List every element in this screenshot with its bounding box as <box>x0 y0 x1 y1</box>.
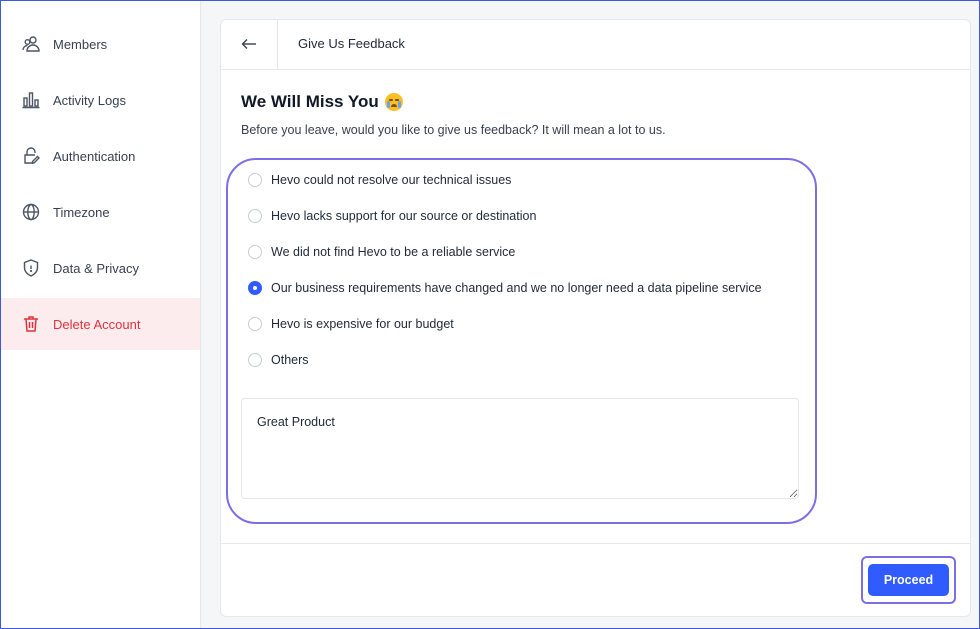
sidebar-item-timezone[interactable]: Timezone <box>1 186 200 238</box>
sidebar-item-members[interactable]: Members <box>1 18 200 70</box>
arrow-left-icon <box>241 38 257 53</box>
sidebar-item-label: Members <box>53 36 108 52</box>
lock-edit-icon <box>21 146 41 166</box>
sidebar-item-authentication[interactable]: Authentication <box>1 130 200 182</box>
feedback-heading: We Will Miss You <box>241 92 403 112</box>
crying-face-icon <box>384 93 403 111</box>
trash-icon <box>21 314 41 334</box>
feedback-subtitle: Before you leave, would you like to give… <box>241 123 666 137</box>
bar-chart-icon <box>21 90 41 110</box>
card-header: Give Us Feedback <box>221 20 970 70</box>
reason-option[interactable]: Hevo could not resolve our technical iss… <box>248 170 511 190</box>
reason-option[interactable]: Our business requirements have changed a… <box>248 278 762 298</box>
radio-button[interactable] <box>248 173 262 187</box>
radio-button[interactable] <box>248 353 262 367</box>
option-label: Others <box>271 353 309 367</box>
sidebar-item-label: Delete Account <box>53 316 141 332</box>
reason-option[interactable]: We did not find Hevo to be a reliable se… <box>248 242 515 262</box>
sidebar-item-data-privacy[interactable]: Data & Privacy <box>1 242 200 294</box>
sidebar-item-label: Data & Privacy <box>53 260 139 276</box>
footer-divider <box>221 543 970 544</box>
option-label: Hevo is expensive for our budget <box>271 317 454 331</box>
option-label: Our business requirements have changed a… <box>271 281 762 295</box>
reason-option[interactable]: Hevo is expensive for our budget <box>248 314 454 334</box>
sidebar-item-delete-account[interactable]: Delete Account <box>1 298 200 350</box>
sidebar-item-activity-logs[interactable]: Activity Logs <box>1 74 200 126</box>
sidebar-item-label: Activity Logs <box>53 92 126 108</box>
reason-option[interactable]: Others <box>248 350 309 370</box>
radio-button-selected[interactable] <box>248 281 262 295</box>
main-area: Give Us Feedback We Will Miss You Before… <box>202 1 979 628</box>
heading-text: We Will Miss You <box>241 92 379 111</box>
radio-button[interactable] <box>248 245 262 259</box>
globe-icon <box>21 202 41 222</box>
radio-button[interactable] <box>248 209 262 223</box>
option-label: Hevo could not resolve our technical iss… <box>271 173 512 187</box>
feedback-card: Give Us Feedback We Will Miss You Before… <box>220 19 971 617</box>
option-label: We did not find Hevo to be a reliable se… <box>271 245 516 259</box>
sidebar-item-label: Authentication <box>53 148 136 164</box>
sidebar: Members Activity Logs Authentication Tim… <box>1 1 201 628</box>
page-title: Give Us Feedback <box>298 36 405 51</box>
reason-option[interactable]: Hevo lacks support for our source or des… <box>248 206 536 226</box>
members-icon <box>21 34 41 54</box>
radio-button[interactable] <box>248 317 262 331</box>
shield-icon <box>21 258 41 278</box>
feedback-textarea[interactable]: Great Product <box>241 398 799 499</box>
sidebar-item-label: Timezone <box>53 204 110 220</box>
option-label: Hevo lacks support for our source or des… <box>271 209 537 223</box>
back-button[interactable] <box>221 20 278 70</box>
proceed-button[interactable]: Proceed <box>868 564 949 596</box>
